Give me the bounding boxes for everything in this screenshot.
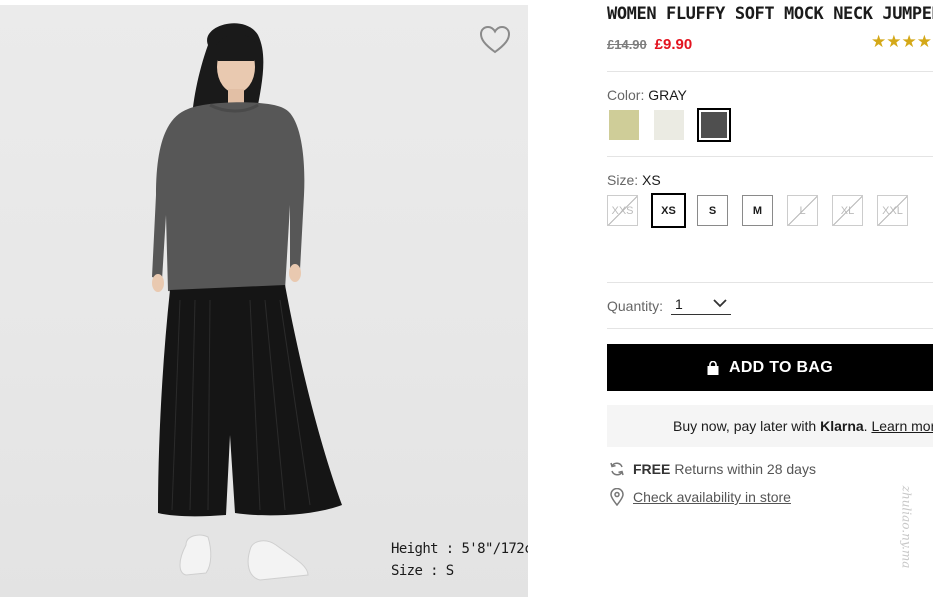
watermark-text: zhuliao.ny.ma: [899, 485, 914, 569]
shopping-bag-icon: [707, 360, 719, 375]
model-info-caption: Height : 5'8"/172cm Size : S: [391, 538, 528, 582]
model-size: Size : S: [391, 563, 454, 579]
sale-price: £9.90: [654, 36, 693, 53]
product-image: Height : 5'8"/172cm Size : S: [0, 5, 528, 597]
returns-info: FREE Returns within 28 days: [609, 461, 816, 477]
size-option-s[interactable]: S: [697, 195, 728, 226]
store-availability: Check availability in store: [609, 488, 791, 506]
size-option-xxl: XXL: [877, 195, 908, 226]
size-option-xs[interactable]: XS: [651, 193, 686, 228]
color-swatch-off-white[interactable]: [652, 108, 686, 142]
returns-free: FREE: [633, 461, 671, 477]
divider: [607, 282, 933, 283]
model-height: Height : 5'8"/172cm: [391, 541, 528, 557]
size-label: Size: XS: [607, 172, 661, 188]
favorite-heart-icon[interactable]: [478, 23, 512, 57]
check-availability-link[interactable]: Check availability in store: [633, 489, 791, 505]
model-illustration: [152, 23, 342, 581]
klarna-prefix: Buy now, pay later with: [673, 418, 817, 434]
swatch-chip: [701, 112, 727, 138]
rating-stars[interactable]: ★★★★: [871, 32, 932, 52]
quantity-value: 1: [675, 296, 683, 312]
size-option-xl: XL: [832, 195, 863, 226]
add-to-bag-button[interactable]: ADD TO BAG: [607, 344, 933, 391]
original-price: £14.90: [607, 37, 647, 52]
price-block: £14.90 £9.90: [607, 36, 692, 53]
location-pin-icon: [610, 488, 624, 506]
color-label: Color: GRAY: [607, 87, 687, 103]
watermark: zhuliao.ny.ma: [899, 470, 933, 595]
klarna-period: .: [863, 418, 868, 434]
klarna-learn-more-link[interactable]: Learn more: [871, 418, 933, 434]
quantity-label: Quantity:: [607, 298, 664, 314]
returns-text: Returns within 28 days: [674, 461, 816, 477]
divider: [607, 156, 933, 157]
divider: [607, 328, 933, 329]
klarna-banner: Buy now, pay later with Klarna. Learn mo…: [607, 405, 933, 447]
chevron-down-icon: [713, 299, 727, 308]
divider: [607, 71, 933, 72]
product-title: WOMEN FLUFFY SOFT MOCK NECK JUMPER: [607, 4, 933, 24]
color-swatch-gray[interactable]: [697, 108, 731, 142]
size-value: XS: [642, 172, 661, 188]
add-to-bag-label: ADD TO BAG: [728, 358, 834, 376]
color-swatch-green[interactable]: [607, 108, 641, 142]
swatch-chip: [609, 110, 639, 140]
size-option-l: L: [787, 195, 818, 226]
returns-refresh-icon: [610, 462, 624, 476]
quantity-select[interactable]: 1: [671, 296, 731, 315]
size-option-m[interactable]: M: [742, 195, 773, 226]
klarna-brand: Klarna: [820, 418, 864, 434]
size-option-xxs: XXS: [607, 195, 638, 226]
swatch-chip: [654, 110, 684, 140]
color-value: GRAY: [648, 87, 687, 103]
